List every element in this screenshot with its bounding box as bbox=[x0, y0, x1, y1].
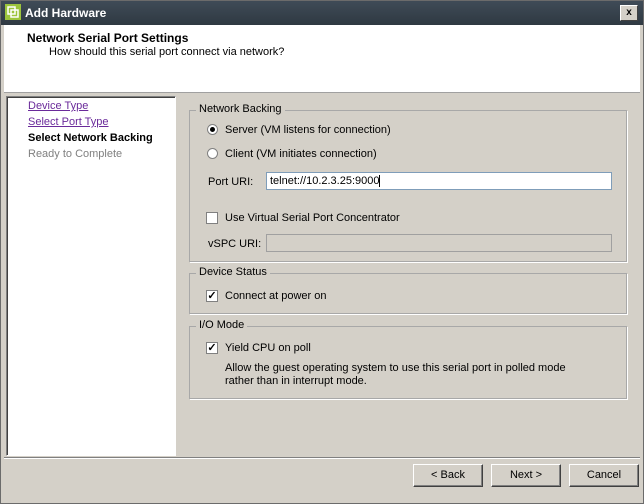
yield-cpu-label[interactable]: Yield CPU on poll bbox=[225, 342, 311, 354]
client-radio[interactable] bbox=[207, 148, 218, 159]
network-backing-group: Network Backing Server (VM listens for c… bbox=[189, 103, 627, 262]
close-button[interactable]: x bbox=[620, 5, 638, 21]
vsphere-app-icon bbox=[5, 4, 21, 20]
footer-divider bbox=[4, 457, 640, 459]
connect-at-power-on-checkbox[interactable]: ✓ bbox=[206, 290, 218, 302]
nav-step-ready-to-complete: Ready to Complete bbox=[28, 148, 123, 160]
window-title: Add Hardware bbox=[25, 6, 107, 20]
checkmark-icon: ✓ bbox=[207, 342, 217, 354]
yield-cpu-checkbox[interactable]: ✓ bbox=[206, 342, 218, 354]
device-status-group-label: Device Status bbox=[196, 266, 270, 278]
port-uri-label: Port URI: bbox=[208, 176, 254, 188]
text-cursor bbox=[379, 175, 381, 188]
vspc-uri-input bbox=[266, 234, 612, 252]
nav-step-select-network-backing: Select Network Backing bbox=[28, 132, 153, 144]
client-radio-label[interactable]: Client (VM initiates connection) bbox=[225, 148, 377, 160]
port-uri-value: telnet://10.2.3.25:9000 bbox=[270, 175, 380, 187]
page-subtitle: How should this serial port connect via … bbox=[49, 46, 285, 58]
back-button[interactable]: < Back bbox=[413, 464, 483, 487]
title-bar[interactable]: Add Hardware x bbox=[1, 1, 643, 25]
wizard-steps-nav: Device Type Select Port Type Select Netw… bbox=[6, 96, 176, 456]
wizard-header: Network Serial Port Settings How should … bbox=[4, 25, 640, 93]
network-backing-group-label: Network Backing bbox=[196, 103, 285, 115]
nav-step-select-port-type[interactable]: Select Port Type bbox=[28, 116, 109, 128]
radio-selected-dot bbox=[210, 127, 215, 132]
close-icon: x bbox=[626, 7, 632, 18]
server-radio[interactable] bbox=[207, 124, 218, 135]
server-radio-label[interactable]: Server (VM listens for connection) bbox=[225, 124, 391, 136]
add-hardware-window: Add Hardware x Network Serial Port Setti… bbox=[0, 0, 644, 504]
nav-step-device-type[interactable]: Device Type bbox=[28, 100, 88, 112]
checkmark-icon: ✓ bbox=[207, 290, 217, 302]
next-button[interactable]: Next > bbox=[491, 464, 561, 487]
connect-at-power-on-label[interactable]: Connect at power on bbox=[225, 290, 327, 302]
main-panel: Network Backing Server (VM listens for c… bbox=[179, 96, 639, 454]
io-mode-group-label: I/O Mode bbox=[196, 319, 248, 331]
io-mode-description: Allow the guest operating system to use … bbox=[225, 362, 566, 387]
use-vspc-checkbox[interactable] bbox=[206, 212, 218, 224]
use-vspc-label[interactable]: Use Virtual Serial Port Concentrator bbox=[225, 212, 400, 224]
io-mode-group: I/O Mode ✓ Yield CPU on poll Allow the g… bbox=[189, 319, 627, 399]
port-uri-input[interactable]: telnet://10.2.3.25:9000 bbox=[266, 172, 612, 190]
device-status-group: Device Status ✓ Connect at power on bbox=[189, 266, 627, 314]
page-title: Network Serial Port Settings bbox=[27, 31, 189, 45]
vspc-uri-label: vSPC URI: bbox=[208, 238, 262, 250]
cancel-button[interactable]: Cancel bbox=[569, 464, 639, 487]
